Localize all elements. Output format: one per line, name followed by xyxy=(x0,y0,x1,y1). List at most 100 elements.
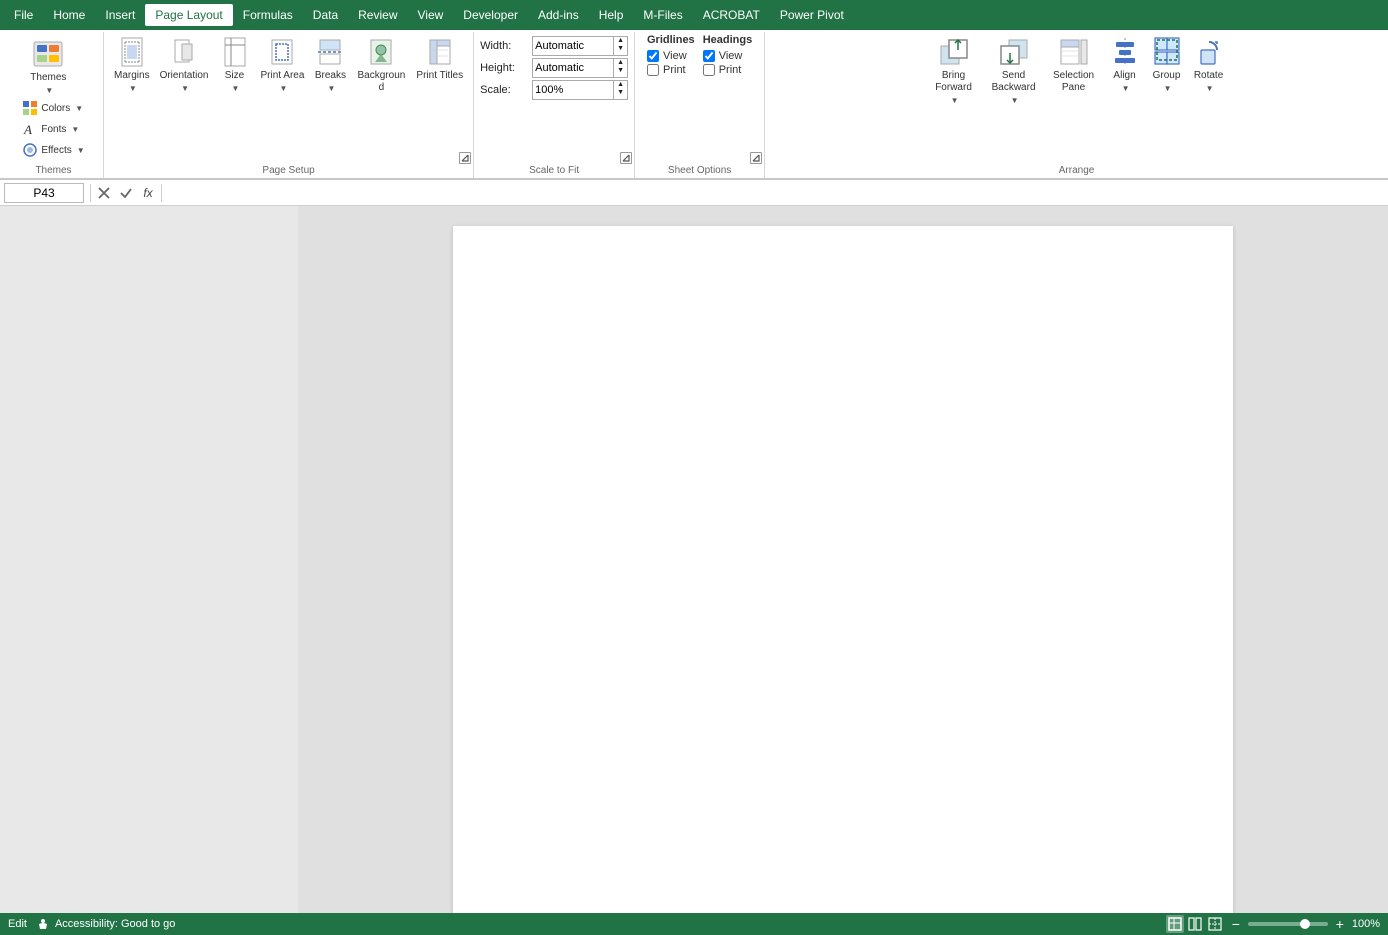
page-break-view-button[interactable] xyxy=(1206,915,1224,933)
ribbon: Themes ▼ xyxy=(0,30,1388,180)
scale-up[interactable]: ▲ xyxy=(614,81,627,89)
cancel-button[interactable] xyxy=(93,182,115,204)
headings-print-checkbox[interactable] xyxy=(703,64,715,76)
accessibility-section: Accessibility: Good to go xyxy=(35,916,175,932)
scale-content: Width: ▲ ▼ Height: xyxy=(480,34,628,118)
fonts-dropdown-arrow: ▼ xyxy=(71,125,79,134)
background-button[interactable]: Background xyxy=(352,34,410,96)
menu-formulas[interactable]: Formulas xyxy=(233,4,303,26)
sheet-options-launcher[interactable] xyxy=(750,152,762,164)
scale-down[interactable]: ▼ xyxy=(614,89,627,97)
menu-insert[interactable]: Insert xyxy=(95,4,145,26)
group-dropdown: ▼ xyxy=(1164,84,1172,93)
height-input[interactable] xyxy=(533,59,613,77)
selection-pane-icon xyxy=(1058,36,1090,68)
menu-acrobat[interactable]: ACROBAT xyxy=(693,4,770,26)
width-label: Width: xyxy=(480,40,528,52)
accessibility-label: Accessibility: Good to go xyxy=(55,918,175,930)
bring-forward-label: Bring Forward xyxy=(929,70,979,94)
height-up[interactable]: ▲ xyxy=(614,59,627,67)
scale-launcher[interactable] xyxy=(620,152,632,164)
menu-review[interactable]: Review xyxy=(348,4,407,26)
fonts-button[interactable]: A Fonts ▼ xyxy=(18,119,88,139)
height-row: Height: ▲ ▼ xyxy=(480,58,628,78)
width-up[interactable]: ▲ xyxy=(614,37,627,45)
zoom-out-button[interactable]: − xyxy=(1228,916,1244,932)
orientation-label: Orientation xyxy=(160,70,209,82)
print-area-dropdown: ▼ xyxy=(280,84,288,93)
menu-home[interactable]: Home xyxy=(43,4,95,26)
print-area-button[interactable]: Print Area ▼ xyxy=(257,34,309,95)
fx-label: fx xyxy=(143,186,152,200)
colors-label: Colors xyxy=(41,103,70,114)
headings-header: Headings xyxy=(703,34,753,48)
insert-function-button[interactable]: fx xyxy=(137,182,159,204)
menu-page-layout[interactable]: Page Layout xyxy=(145,4,232,26)
group-button[interactable]: Group ▼ xyxy=(1147,34,1187,107)
paper-white[interactable] xyxy=(453,226,1233,913)
headings-print-label: Print xyxy=(719,64,742,76)
menu-data[interactable]: Data xyxy=(303,4,348,26)
print-area-label: Print Area xyxy=(261,70,305,82)
gridlines-view-checkbox[interactable] xyxy=(647,50,659,62)
breaks-icon xyxy=(314,36,346,68)
selection-pane-label: Selection Pane xyxy=(1049,70,1099,94)
width-row: Width: ▲ ▼ xyxy=(480,36,628,56)
breaks-button[interactable]: Breaks ▼ xyxy=(310,34,350,95)
gridlines-print-checkbox[interactable] xyxy=(647,64,659,76)
menu-file[interactable]: File xyxy=(4,4,43,26)
zoom-slider[interactable] xyxy=(1248,922,1328,926)
ribbon-content: Themes ▼ xyxy=(0,30,1388,179)
menu-m-files[interactable]: M-Files xyxy=(633,4,692,26)
headings-view-checkbox[interactable] xyxy=(703,50,715,62)
bring-forward-icon xyxy=(938,36,970,68)
page-layout-view-button[interactable] xyxy=(1186,915,1204,933)
group-icon xyxy=(1151,36,1183,68)
normal-view-button[interactable] xyxy=(1166,915,1184,933)
zoom-value-label[interactable]: 100% xyxy=(1352,918,1380,930)
name-box[interactable] xyxy=(4,183,84,203)
align-button[interactable]: Align ▼ xyxy=(1105,34,1145,107)
menu-power-pivot[interactable]: Power Pivot xyxy=(770,4,854,26)
left-panel xyxy=(0,206,298,913)
scale-group-label: Scale to Fit xyxy=(474,165,634,176)
effects-button[interactable]: Effects ▼ xyxy=(18,140,88,160)
selection-pane-button[interactable]: Selection Pane xyxy=(1045,34,1103,107)
size-button[interactable]: Size ▼ xyxy=(215,34,255,95)
formula-bar-separator2 xyxy=(161,184,162,202)
menu-view[interactable]: View xyxy=(408,4,454,26)
send-backward-button[interactable]: Send Backward ▼ xyxy=(985,34,1043,107)
size-label: Size xyxy=(225,70,244,82)
width-input[interactable] xyxy=(533,37,613,55)
menu-add-ins[interactable]: Add-ins xyxy=(528,4,589,26)
menu-bar: File Home Insert Page Layout Formulas Da… xyxy=(0,0,1388,30)
status-bar: Edit Accessibility: Good to go xyxy=(0,913,1388,935)
themes-button[interactable]: Themes ▼ xyxy=(18,34,78,97)
scale-input[interactable] xyxy=(533,81,613,99)
page-setup-launcher[interactable] xyxy=(459,152,471,164)
margins-label: Margins xyxy=(114,70,150,82)
edit-mode-label: Edit xyxy=(8,918,27,930)
confirm-button[interactable] xyxy=(115,182,137,204)
bring-forward-button[interactable]: Bring Forward ▼ xyxy=(925,34,983,107)
height-label: Height: xyxy=(480,62,528,74)
send-backward-icon xyxy=(998,36,1030,68)
zoom-in-button[interactable]: + xyxy=(1332,916,1348,932)
margins-button[interactable]: Margins ▼ xyxy=(110,34,154,95)
print-titles-button[interactable]: Print Titles xyxy=(412,34,467,84)
sheet-options-group-label: Sheet Options xyxy=(635,165,764,176)
formula-input[interactable] xyxy=(164,186,1388,200)
width-down[interactable]: ▼ xyxy=(614,45,627,53)
rotate-button[interactable]: Rotate ▼ xyxy=(1189,34,1229,107)
orientation-icon xyxy=(168,36,200,68)
ribbon-group-arrange: Bring Forward ▼ Sen xyxy=(765,32,1388,178)
orientation-button[interactable]: Orientation ▼ xyxy=(156,34,213,95)
menu-developer[interactable]: Developer xyxy=(453,4,528,26)
menu-help[interactable]: Help xyxy=(589,4,634,26)
sheet-paper[interactable] xyxy=(298,206,1388,913)
colors-button[interactable]: Colors ▼ xyxy=(18,98,88,118)
align-label: Align xyxy=(1113,70,1135,82)
main-area xyxy=(0,206,1388,913)
height-down[interactable]: ▼ xyxy=(614,67,627,75)
effects-label: Effects xyxy=(41,145,71,156)
